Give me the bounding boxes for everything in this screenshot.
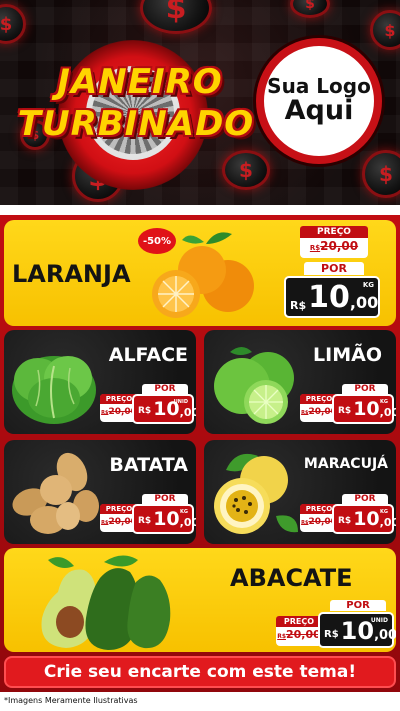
price-int: 10 — [153, 508, 180, 530]
unit: KG — [380, 509, 388, 515]
logo-placeholder: Sua Logo Aqui — [256, 38, 382, 164]
old-price-label: PREÇO — [276, 616, 322, 627]
product-card-alface: ALFACE PREÇO R$20,00 POR R$ 10 ,00 UNID — [4, 330, 196, 434]
cta-banner[interactable]: Crie seu encarte com este tema! — [4, 656, 396, 688]
currency: R$ — [324, 629, 339, 640]
unit: KG — [180, 509, 188, 515]
product-name: LARANJA — [12, 260, 131, 288]
price-int: 10 — [308, 280, 350, 315]
title-line-1: JANEIRO — [57, 62, 223, 102]
price-dec: ,00 — [179, 516, 196, 529]
currency: R$ — [290, 299, 307, 312]
currency: R$ — [138, 516, 152, 526]
coin-dollar-icon: $ — [290, 0, 330, 18]
new-price-label: POR — [142, 384, 188, 394]
new-price-box: R$ 10 ,00 KG — [284, 276, 380, 318]
unit: KG — [380, 399, 388, 405]
unit: UNID — [370, 617, 388, 624]
new-price-label: POR — [142, 494, 188, 504]
disclaimer-text: *Imagens Meramente Ilustrativas — [0, 692, 400, 711]
currency: R$ — [138, 406, 152, 416]
coin-dollar-icon: $ — [222, 150, 270, 190]
passion-fruit-image — [214, 453, 298, 534]
price-dec: ,00 — [379, 516, 396, 529]
coin-dollar-icon: $ — [0, 4, 26, 44]
product-name: ABACATE — [230, 564, 353, 592]
price-int: 10 — [340, 617, 375, 645]
price-int: 10 — [353, 508, 380, 530]
old-price-label: PREÇO — [300, 226, 368, 238]
header-divider — [0, 205, 400, 215]
price-dec: ,00 — [374, 628, 396, 643]
unit: KG — [362, 281, 374, 289]
discount-badge: -50% — [138, 228, 176, 254]
product-name: LIMÃO — [313, 344, 382, 366]
old-price-box: PREÇO R$20,00 — [276, 616, 322, 646]
header-banner: $ $ $ $ $ $ $ $ JANEIRO TURBINADO Sua Lo… — [0, 0, 400, 205]
old-price: R$20,00 — [277, 628, 321, 641]
unit: UNID — [173, 399, 188, 405]
coin-dollar-icon: $ — [140, 0, 212, 34]
product-card-limao: LIMÃO PREÇO R$20,00 POR R$ 10 ,00 KG — [204, 330, 396, 434]
product-name: ALFACE — [108, 344, 188, 366]
new-price-box: R$ 10 ,00 KG — [332, 394, 396, 424]
product-card-batata: BATATA PREÇO R$20,00 POR R$ 10 ,00 KG — [4, 440, 196, 544]
new-price-box: R$ 10 ,00 KG — [332, 504, 396, 534]
title-line-2: TURBINADO — [17, 104, 255, 144]
product-card-abacate: ABACATE PREÇO R$20,00 POR R$ 10 ,00 UNID — [4, 548, 396, 652]
coin-dollar-icon: $ — [370, 10, 400, 50]
currency: R$ — [338, 406, 352, 416]
old-price: R$20,00 — [309, 239, 359, 253]
product-card-laranja: LARANJA -50% PREÇO R$20,00 POR R$ 10 ,00… — [4, 220, 396, 326]
new-price-box: R$ 10 ,00 KG — [132, 504, 196, 534]
new-price-label: POR — [304, 262, 364, 275]
price-dec: ,00 — [379, 406, 396, 419]
lettuce-image — [12, 356, 96, 424]
new-price-label: POR — [342, 384, 388, 394]
price-dec: ,00 — [179, 406, 196, 419]
new-price-box: R$ 10 ,00 UNID — [132, 394, 196, 424]
product-name: MARACUJÁ — [303, 456, 388, 472]
logo-line-1: Sua Logo — [267, 74, 371, 99]
lime-image — [214, 347, 294, 424]
avocado-image — [41, 555, 171, 650]
new-price-label: POR — [342, 494, 388, 504]
new-price-label: POR — [330, 600, 386, 611]
logo-line-2: Aqui — [284, 95, 354, 127]
price-dec: ,00 — [349, 293, 379, 312]
new-price-box: R$ 10 ,00 UNID — [318, 612, 396, 648]
price-int: 10 — [353, 398, 380, 420]
currency: R$ — [338, 516, 352, 526]
product-name: BATATA — [109, 454, 188, 476]
potato-image — [12, 452, 99, 534]
coin-dollar-icon: $ — [362, 150, 400, 198]
old-price-box: PREÇO R$20,00 — [300, 226, 368, 258]
product-card-maracuja: MARACUJÁ PREÇO R$20,00 POR R$ 10 ,00 KG — [204, 440, 396, 544]
